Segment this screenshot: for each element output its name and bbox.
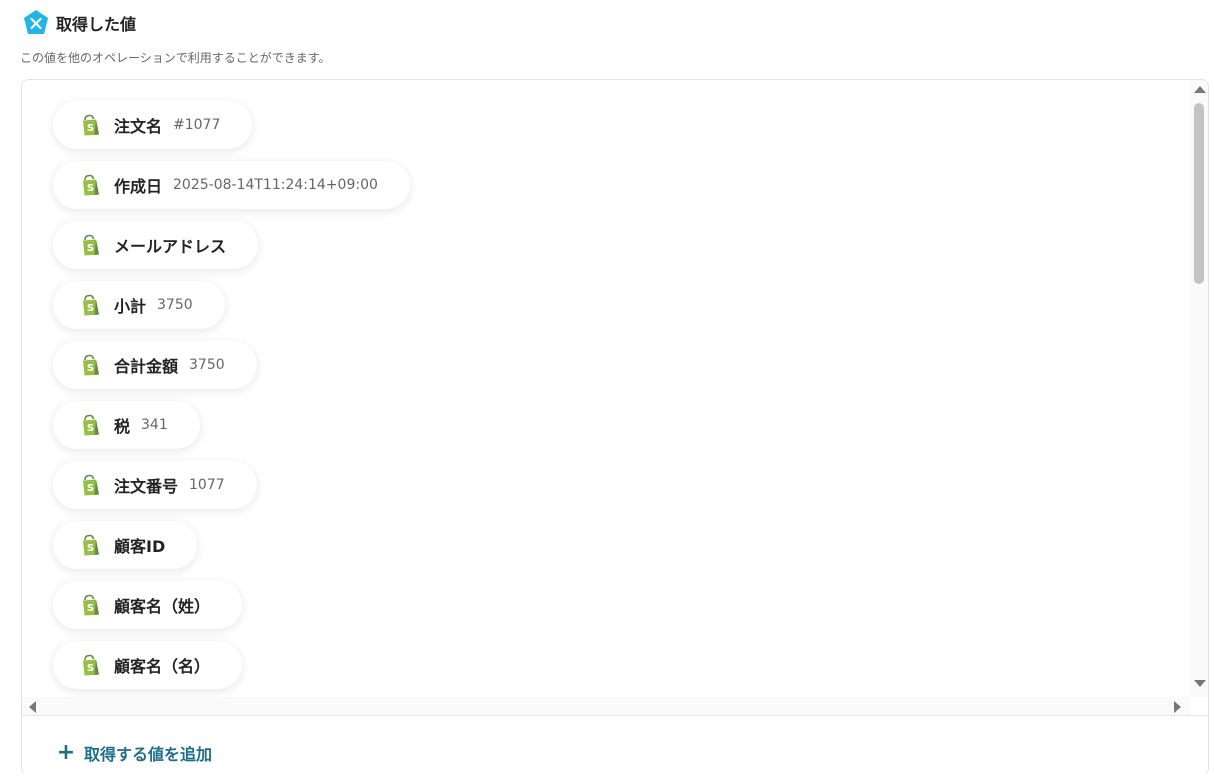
value-label: 顧客名（名） [114, 657, 211, 676]
shopify-bag-icon: S [81, 594, 101, 616]
svg-text:S: S [87, 243, 94, 254]
scroll-down-arrow-icon[interactable] [1194, 680, 1206, 687]
value-pill[interactable]: S 顧客名（名） [53, 641, 243, 689]
value-text: 3750 [189, 357, 225, 373]
shopify-bag-icon: S [81, 234, 101, 256]
shopify-bag-icon: S [81, 414, 101, 436]
scroll-right-arrow-icon[interactable] [1174, 701, 1181, 713]
scroll-left-arrow-icon[interactable] [29, 701, 36, 713]
values-panel: S 注文名 #1077 S 作成日 2025-08-14T11:24:14+09:00 S メ… [21, 79, 1209, 776]
shopify-bag-icon: S [81, 534, 101, 556]
plus-icon: + [56, 740, 76, 765]
shopify-bag-icon: S [81, 654, 101, 676]
value-pill[interactable]: S メールアドレス [53, 221, 259, 269]
value-label: 顧客ID [114, 537, 166, 556]
section-title: 取得した値 [56, 15, 137, 34]
shopify-bag-icon: S [81, 294, 101, 316]
value-text: 1077 [189, 477, 225, 493]
scroll-up-arrow-icon[interactable] [1194, 86, 1206, 93]
shopify-bag-icon: S [81, 354, 101, 376]
horizontal-scrollbar[interactable] [22, 697, 1190, 715]
value-label: 小計 [114, 297, 147, 316]
value-pill[interactable]: S 注文名 #1077 [53, 101, 253, 149]
value-pill[interactable]: S 注文番号 1077 [53, 461, 257, 509]
value-label: 作成日 [114, 177, 163, 196]
value-pill[interactable]: S 小計 3750 [53, 281, 225, 329]
add-value-label: 取得する値を追加 [84, 745, 213, 764]
value-pill[interactable]: S 顧客名（姓） [53, 581, 243, 629]
section-header: 取得した値 [22, 10, 136, 36]
shopify-bag-icon: S [81, 474, 101, 496]
shopify-bag-icon: S [81, 114, 101, 136]
value-label: 注文番号 [114, 477, 179, 496]
svg-text:S: S [87, 363, 94, 374]
svg-text:S: S [87, 543, 94, 554]
vertical-scrollbar[interactable] [1190, 80, 1208, 697]
add-value-button[interactable]: + 取得する値を追加 [56, 740, 212, 766]
svg-text:S: S [87, 663, 94, 674]
value-pill[interactable]: S 作成日 2025-08-14T11:24:14+09:00 [53, 161, 410, 209]
value-label: 顧客名（姓） [114, 597, 211, 616]
section-subtitle: この値を他のオペレーションで利用することができます。 [20, 51, 331, 65]
shopify-bag-icon: S [81, 174, 101, 196]
value-text: #1077 [173, 117, 221, 133]
value-text: 3750 [157, 297, 193, 313]
svg-text:S: S [87, 183, 94, 194]
svg-text:S: S [87, 303, 94, 314]
value-label: 注文名 [114, 117, 163, 136]
svg-text:S: S [87, 423, 94, 434]
value-text: 341 [141, 417, 168, 433]
values-list: S 注文名 #1077 S 作成日 2025-08-14T11:24:14+09:00 S メ… [22, 80, 1190, 697]
yoom-x-icon [22, 9, 50, 37]
vertical-scroll-thumb[interactable] [1194, 103, 1204, 284]
value-text: 2025-08-14T11:24:14+09:00 [173, 177, 378, 193]
value-label: 合計金額 [114, 357, 179, 376]
value-label: メールアドレス [114, 237, 227, 256]
value-pill[interactable]: S 合計金額 3750 [53, 341, 257, 389]
svg-text:S: S [87, 603, 94, 614]
svg-text:S: S [87, 123, 94, 134]
svg-text:S: S [87, 483, 94, 494]
value-pill[interactable]: S 顧客ID [53, 521, 198, 569]
value-pill[interactable]: S 税 341 [53, 401, 200, 449]
divider [22, 715, 1208, 716]
value-label: 税 [114, 417, 131, 436]
